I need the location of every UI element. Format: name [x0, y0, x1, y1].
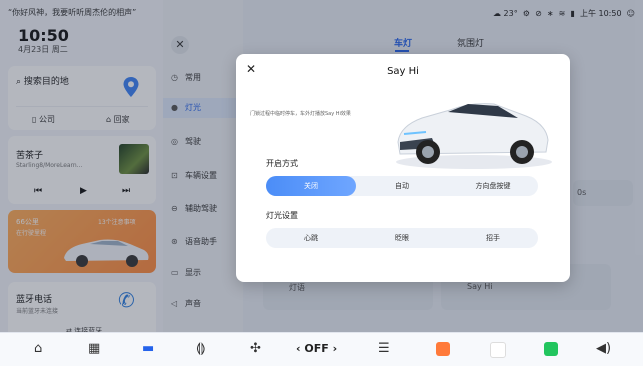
vehicle-icon[interactable]: ▬: [142, 341, 154, 356]
car-image: [396, 103, 552, 169]
bottom-dock: ⌂ ▦ ▬ ⟬⟭ ✣ ‹ OFF › ☰ ◀): [0, 332, 643, 366]
option-heartbeat[interactable]: 心跳: [266, 228, 356, 248]
apps-grid-icon[interactable]: ▦: [88, 341, 100, 356]
defrost-icon[interactable]: ☰: [378, 341, 390, 356]
screen: “你好风神，我要听听周杰伦的相声” 10:50 4月23日 周二 ⌕ 搜索目的地…: [0, 0, 643, 366]
option-auto[interactable]: 自动: [357, 176, 447, 196]
ac-status[interactable]: ‹ OFF ›: [296, 342, 337, 355]
dialog-description: 门锁过程中临时停车，车外灯播放Say Hi效果: [250, 111, 351, 117]
option-off[interactable]: 关闭: [266, 176, 356, 196]
option-blink[interactable]: 眨眼: [357, 228, 447, 248]
open-method-heading: 开启方式: [266, 159, 298, 168]
option-wave[interactable]: 招手: [448, 228, 538, 248]
light-effect-selector: 心跳 眨眼 招手: [266, 228, 538, 248]
open-method-selector: 关闭 自动 方向盘按键: [266, 176, 538, 196]
fan-icon[interactable]: ✣: [250, 341, 261, 356]
phone-app-icon[interactable]: [544, 342, 558, 356]
option-steering-button[interactable]: 方向盘按键: [448, 176, 538, 196]
home-icon[interactable]: ⌂: [34, 341, 42, 356]
chevron-right-icon[interactable]: ›: [329, 342, 338, 355]
light-settings-heading: 灯光设置: [266, 211, 298, 220]
music-app-icon[interactable]: [436, 342, 450, 356]
say-hi-dialog: ✕ Say Hi 门锁过程中临时停车，车外灯播放Say Hi效果 开启方式 关闭…: [236, 54, 570, 282]
photos-app-icon[interactable]: [490, 342, 506, 358]
seat-heat-icon[interactable]: ⟬⟭: [196, 341, 206, 356]
volume-icon[interactable]: ◀): [596, 341, 611, 356]
